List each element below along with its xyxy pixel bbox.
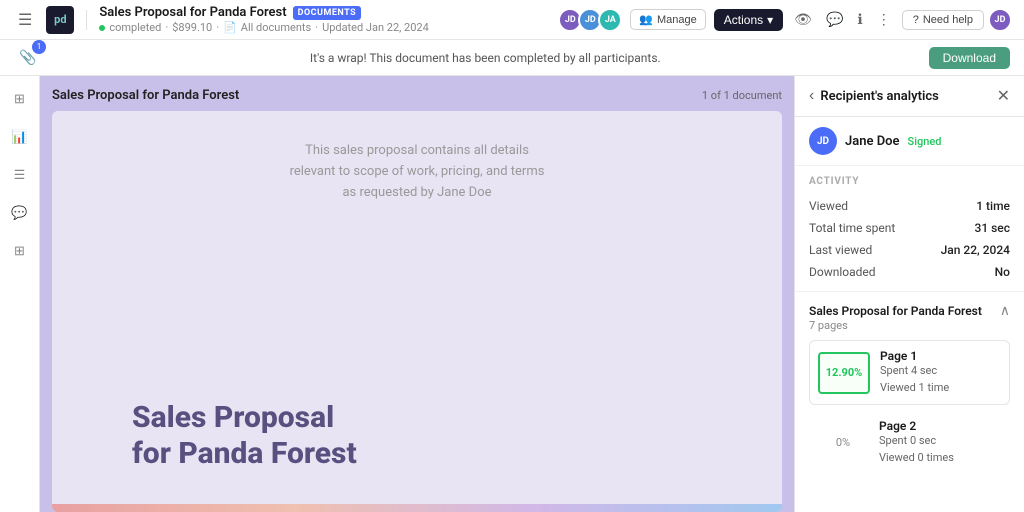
doc-analytics-section: Sales Proposal for Panda Forest ∧ 7 page…	[795, 291, 1024, 472]
doc-header: Sales Proposal for Panda Forest 1 of 1 d…	[52, 88, 782, 103]
panel-back-button[interactable]: ‹	[809, 87, 814, 105]
page-1-name: Page 1	[880, 349, 949, 363]
info-button[interactable]: ℹ	[854, 8, 865, 31]
page-2-info: Page 2 Spent 0 sec Viewed 0 times	[879, 419, 954, 466]
avatar-user: JD	[988, 8, 1012, 32]
page-1-viewed: Viewed 1 time	[880, 380, 949, 397]
actions-label: Actions	[724, 13, 763, 27]
actions-button[interactable]: Actions ▾	[714, 9, 783, 31]
doc-preview: This sales proposal contains all details…	[52, 111, 782, 512]
page-1-thumbnail: 12.90%	[818, 352, 870, 394]
doc-analytics-title: Sales Proposal for Panda Forest	[809, 304, 982, 318]
all-documents-link[interactable]: All documents	[241, 21, 311, 34]
left-sidebar: ⊞ 📊 ☰ 💬 ⊞	[0, 76, 40, 512]
attachment-icon[interactable]: 📎 1	[14, 44, 42, 72]
question-icon: ?	[913, 14, 919, 26]
chat-button[interactable]: 💬	[823, 8, 846, 31]
eye-button[interactable]: 👁	[791, 8, 815, 31]
panel-header: ‹ Recipient's analytics ✕	[795, 76, 1024, 117]
avatar-ja: JA	[598, 8, 622, 32]
recipient-avatar: JD	[809, 127, 837, 155]
page-2-viewed: Viewed 0 times	[879, 450, 954, 467]
status-dot	[99, 25, 105, 31]
chevron-down-icon: ▾	[767, 13, 773, 27]
sidebar-grid-icon[interactable]: ⊞	[7, 238, 33, 264]
page-1-info: Page 1 Spent 4 sec Viewed 1 time	[880, 349, 949, 396]
document-area: Sales Proposal for Panda Forest 1 of 1 d…	[40, 76, 794, 512]
activity-downloaded: Downloaded No	[809, 261, 1010, 283]
page-2-name: Page 2	[879, 419, 954, 433]
avatar-group: JD JD JA	[558, 8, 622, 32]
right-panel: ‹ Recipient's analytics ✕ JD Jane Doe Si…	[794, 76, 1024, 512]
sidebar-list-icon[interactable]: ☰	[7, 162, 33, 188]
activity-viewed: Viewed 1 time	[809, 195, 1010, 217]
recipient-name: Jane Doe	[845, 134, 900, 149]
activity-last-viewed: Last viewed Jan 22, 2024	[809, 239, 1010, 261]
more-button[interactable]: ⋮	[874, 8, 894, 31]
page-2-spent: Spent 0 sec	[879, 433, 954, 450]
doc-preview-description: This sales proposal contains all details…	[287, 141, 547, 203]
sidebar-analytics-icon[interactable]: 📊	[7, 124, 33, 150]
folder-icon: 📄	[223, 21, 237, 34]
recipient-row: JD Jane Doe Signed	[795, 117, 1024, 166]
topbar: ☰ pd Sales Proposal for Panda Forest DOC…	[0, 0, 1024, 40]
attachment-badge: 1	[32, 40, 46, 54]
doc-type-badge: DOCUMENTS	[293, 6, 362, 20]
download-button[interactable]: Download	[929, 47, 1010, 69]
subbar: 📎 1 It's a wrap! This document has been …	[0, 40, 1024, 76]
activity-label: ACTIVITY	[809, 176, 1010, 187]
updated-text: Updated Jan 22, 2024	[322, 21, 429, 34]
activity-time-spent: Total time spent 31 sec	[809, 217, 1010, 239]
doc-preview-content: This sales proposal contains all details…	[52, 111, 782, 263]
sidebar-comment-icon[interactable]: 💬	[7, 200, 33, 226]
topbar-right: JD JD JA 👥 Manage Actions ▾ 👁 💬 ℹ ⋮ ? Ne…	[558, 8, 1012, 32]
document-title: Sales Proposal for Panda Forest	[99, 5, 286, 20]
page-1-card: 12.90% Page 1 Spent 4 sec Viewed 1 time	[809, 340, 1010, 405]
doc-big-title: Sales Proposal for Panda Forest	[92, 400, 397, 472]
need-help-button[interactable]: ? Need help	[902, 10, 984, 30]
app-logo: pd	[46, 6, 74, 34]
doc-page-info: 1 of 1 document	[702, 89, 782, 102]
doc-image-bar	[52, 504, 782, 512]
page-1-spent: Spent 4 sec	[880, 363, 949, 380]
price-text: $899.10	[172, 21, 212, 34]
panel-close-button[interactable]: ✕	[997, 86, 1010, 106]
main-area: ⊞ 📊 ☰ 💬 ⊞ Sales Proposal for Panda Fores…	[0, 76, 1024, 512]
sidebar-pages-icon[interactable]: ⊞	[7, 86, 33, 112]
activity-section: ACTIVITY Viewed 1 time Total time spent …	[795, 166, 1024, 283]
topbar-left: Sales Proposal for Panda Forest DOCUMENT…	[99, 5, 550, 34]
doc-analytics-pages: 7 pages	[809, 319, 1010, 332]
doc-name: Sales Proposal for Panda Forest	[52, 88, 239, 103]
page-2-thumbnail: 0%	[817, 422, 869, 464]
hamburger-button[interactable]: ☰	[12, 8, 38, 32]
status-text: completed	[109, 21, 161, 34]
manage-button[interactable]: 👥 Manage	[630, 9, 705, 30]
collapse-button[interactable]: ∧	[1000, 302, 1010, 319]
people-icon: 👥	[639, 13, 653, 26]
signed-badge: Signed	[908, 135, 942, 148]
topbar-meta: completed · $899.10 · 📄 All documents · …	[99, 21, 550, 34]
topbar-divider	[86, 10, 87, 30]
page-2-card: 0% Page 2 Spent 0 sec Viewed 0 times	[809, 413, 1010, 472]
completion-message: It's a wrap! This document has been comp…	[54, 51, 917, 65]
panel-title: Recipient's analytics	[820, 89, 996, 104]
